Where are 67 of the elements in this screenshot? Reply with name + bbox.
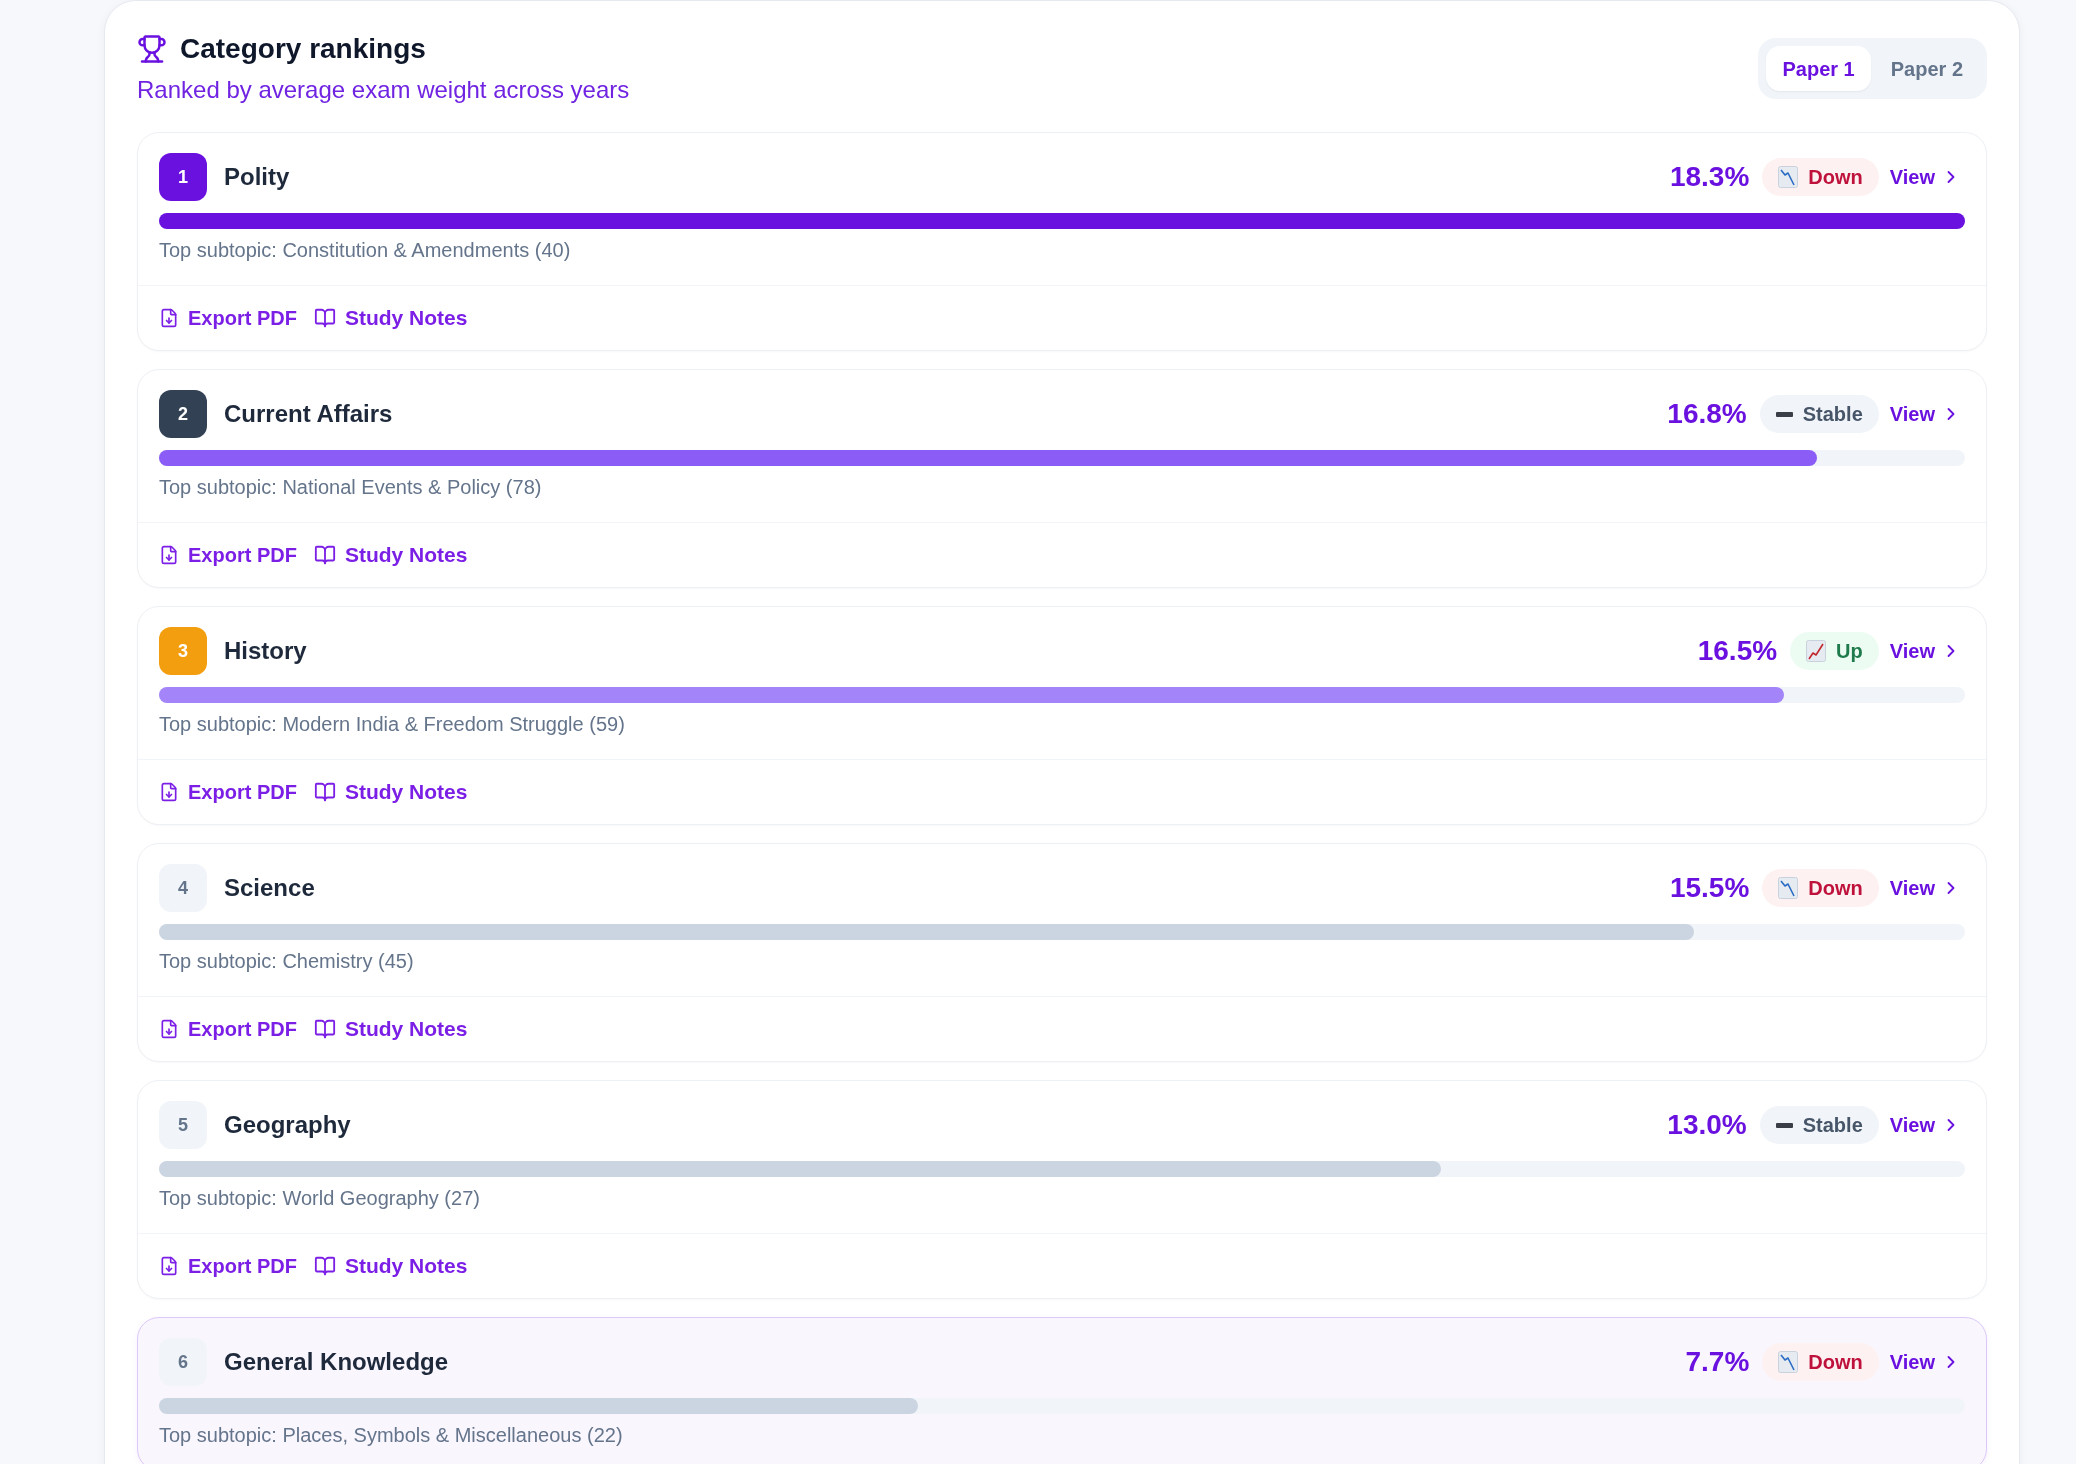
weight-percentage: 7.7% bbox=[1685, 1345, 1750, 1379]
paper-tab[interactable]: Paper 2 bbox=[1874, 46, 1979, 91]
weight-percentage: 13.0% bbox=[1667, 1108, 1747, 1142]
trophy-icon bbox=[137, 34, 167, 64]
study-notes-link[interactable]: Study Notes bbox=[313, 1250, 468, 1282]
export-pdf-link[interactable]: Export PDF bbox=[159, 540, 297, 570]
rank-badge: 4 bbox=[159, 864, 207, 912]
study-notes-link[interactable]: Study Notes bbox=[313, 539, 468, 571]
minus-icon bbox=[1775, 1122, 1793, 1128]
paper-tab[interactable]: Paper 1 bbox=[1766, 46, 1871, 91]
open-book-icon bbox=[313, 544, 336, 566]
rank-badge: 3 bbox=[159, 627, 207, 675]
view-link[interactable]: View bbox=[1889, 162, 1965, 192]
chart-up-icon bbox=[1806, 640, 1827, 662]
study-notes-link[interactable]: Study Notes bbox=[313, 1013, 468, 1045]
top-subtopic: Top subtopic: Constitution & Amendments (40) bbox=[159, 238, 572, 263]
file-download-icon bbox=[159, 308, 179, 328]
chart-down-icon bbox=[1778, 1351, 1799, 1373]
category-name: Polity bbox=[224, 162, 290, 192]
view-link[interactable]: View bbox=[1889, 873, 1965, 903]
weight-percentage: 18.3% bbox=[1669, 160, 1750, 194]
trend-label: Down bbox=[1808, 1350, 1863, 1375]
export-pdf-link[interactable]: Export PDF bbox=[159, 303, 297, 333]
weight-percentage: 16.8% bbox=[1667, 397, 1747, 431]
export-pdf-link[interactable]: Export PDF bbox=[159, 1014, 297, 1044]
study-notes-link[interactable]: Study Notes bbox=[313, 776, 468, 808]
view-link[interactable]: View bbox=[1889, 1110, 1965, 1140]
trend-label: Up bbox=[1836, 639, 1863, 664]
top-subtopic: Top subtopic: Places, Symbols & Miscellaneous (22) bbox=[159, 1423, 624, 1448]
top-subtopic: Top subtopic: Modern India & Freedom Struggle (59) bbox=[159, 712, 626, 737]
open-book-icon bbox=[313, 781, 336, 803]
weight-percentage: 15.5% bbox=[1669, 871, 1750, 905]
panel-title: Category rankings bbox=[180, 32, 426, 66]
top-subtopic: Top subtopic: National Events & Policy (78) bbox=[159, 475, 543, 500]
trend-label: Down bbox=[1808, 876, 1863, 901]
chart-down-icon bbox=[1778, 166, 1799, 188]
file-download-icon bbox=[159, 782, 179, 802]
trend-label: Stable bbox=[1802, 1113, 1863, 1138]
view-link[interactable]: View bbox=[1889, 1347, 1965, 1377]
category-name: History bbox=[224, 636, 307, 666]
rank-badge: 1 bbox=[159, 153, 207, 201]
top-subtopic: Top subtopic: World Geography (27) bbox=[159, 1186, 481, 1211]
top-subtopic: Top subtopic: Chemistry (45) bbox=[159, 949, 415, 974]
export-pdf-link[interactable]: Export PDF bbox=[159, 1251, 297, 1281]
open-book-icon bbox=[313, 1255, 336, 1277]
minus-icon bbox=[1775, 411, 1793, 417]
panel-subtitle: Ranked by average exam weight across years bbox=[137, 75, 630, 105]
export-pdf-link[interactable]: Export PDF bbox=[159, 777, 297, 807]
view-link[interactable]: View bbox=[1889, 399, 1965, 429]
view-link[interactable]: View bbox=[1889, 636, 1965, 666]
category-name: Science bbox=[224, 873, 315, 903]
chart-down-icon bbox=[1778, 877, 1799, 899]
category-name: General Knowledge bbox=[224, 1347, 449, 1377]
file-download-icon bbox=[159, 1019, 179, 1039]
category-name: Current Affairs bbox=[224, 399, 393, 429]
file-download-icon bbox=[159, 545, 179, 565]
open-book-icon bbox=[313, 1018, 336, 1040]
category-name: Geography bbox=[224, 1110, 351, 1140]
rank-badge: 2 bbox=[159, 390, 207, 438]
weight-percentage: 16.5% bbox=[1697, 634, 1778, 668]
open-book-icon bbox=[313, 307, 336, 329]
rank-badge: 5 bbox=[159, 1101, 207, 1149]
file-download-icon bbox=[159, 1256, 179, 1276]
rank-badge: 6 bbox=[159, 1338, 207, 1386]
study-notes-link[interactable]: Study Notes bbox=[313, 302, 468, 334]
trend-label: Down bbox=[1808, 165, 1863, 190]
trend-label: Stable bbox=[1802, 402, 1863, 427]
